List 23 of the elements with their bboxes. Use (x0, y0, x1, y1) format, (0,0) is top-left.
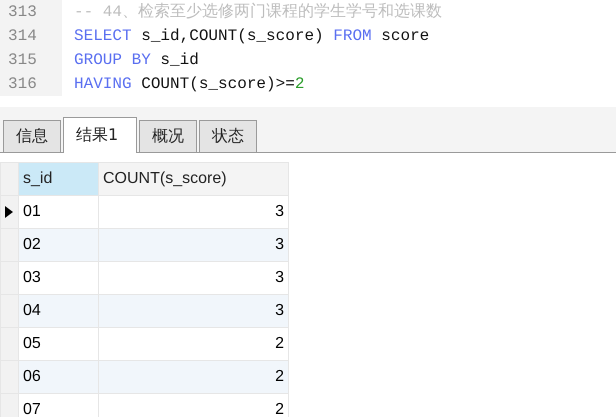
table-cell: 2 (98, 360, 288, 394)
line-number: 315 (0, 48, 62, 72)
code-line: SELECT s_id,COUNT(s_score) FROM score (74, 26, 430, 47)
line-number: 314 (0, 24, 62, 48)
tab[interactable]: 状态 (199, 120, 257, 152)
tab[interactable]: 结果1 (63, 117, 137, 153)
line-number: 313 (0, 0, 62, 24)
tab[interactable]: 概况 (139, 120, 197, 152)
row-header-corner (0, 162, 18, 196)
current-row-icon (5, 206, 13, 218)
code-line: GROUP BY s_id (74, 50, 199, 71)
code-line: HAVING COUNT(s_score)>=2 (74, 74, 304, 95)
table-cell: 04 (18, 294, 98, 328)
row-indicator[interactable] (0, 196, 18, 228)
table-cell: 3 (98, 294, 288, 328)
table-cell: 3 (98, 228, 288, 262)
column-header[interactable]: s_id (18, 162, 98, 196)
table-cell: 06 (18, 360, 98, 394)
code-line: -- 44、检索至少选修两门课程的学生学号和选课数 (74, 2, 442, 23)
column-header[interactable]: COUNT(s_score) (98, 162, 288, 196)
line-number: 316 (0, 72, 62, 96)
table-cell: 02 (18, 228, 98, 262)
tab[interactable]: 信息 (3, 120, 61, 152)
